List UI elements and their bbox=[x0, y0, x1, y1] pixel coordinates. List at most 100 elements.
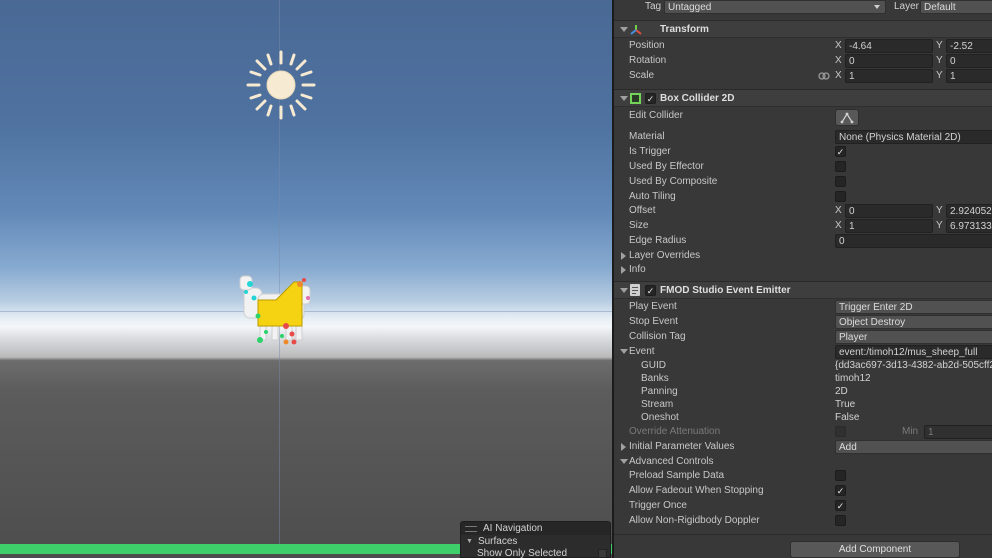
oneshot-value: False bbox=[835, 412, 860, 423]
stop-event-label: Stop Event bbox=[629, 316, 678, 327]
scale-y-field[interactable]: 1 bbox=[946, 69, 992, 83]
transform-header[interactable]: Transform bbox=[614, 20, 992, 38]
sheep-sprite-with-collider[interactable] bbox=[236, 270, 320, 350]
box-collider-header[interactable]: ✓ Box Collider 2D bbox=[614, 89, 992, 107]
stream-value: True bbox=[835, 399, 856, 410]
foldout-arrow-icon[interactable] bbox=[620, 459, 628, 464]
size-x-field[interactable]: 1 bbox=[845, 219, 933, 233]
play-event-label: Play Event bbox=[629, 301, 677, 312]
rotation-x-axis[interactable]: X bbox=[835, 54, 842, 68]
triangle-down-icon: ▼ bbox=[466, 537, 473, 545]
rotation-y-axis[interactable]: Y bbox=[936, 54, 943, 68]
position-label: Position bbox=[629, 40, 665, 51]
used-by-effector-checkbox[interactable] bbox=[835, 161, 846, 172]
banks-label: Banks bbox=[641, 373, 669, 384]
foldout-arrow-icon[interactable] bbox=[621, 443, 626, 451]
add-parameter-dropdown[interactable]: Add bbox=[835, 440, 992, 454]
overlay-section-label: Surfaces bbox=[477, 535, 518, 547]
foldout-arrow-icon[interactable] bbox=[620, 27, 628, 32]
offset-y-field[interactable]: 2.924052 bbox=[946, 204, 992, 218]
stop-event-dropdown[interactable]: Object Destroy bbox=[835, 315, 992, 329]
overlay-row-show-only-selected[interactable]: Show Only Selected bbox=[461, 547, 610, 558]
used-by-composite-label: Used By Composite bbox=[629, 176, 718, 187]
info-foldout[interactable]: Info bbox=[629, 263, 646, 277]
edit-collider-button[interactable] bbox=[835, 109, 859, 126]
sun-icon[interactable] bbox=[246, 50, 316, 120]
ai-navigation-overlay[interactable]: AI Navigation ▼ Surfaces Show Only Selec… bbox=[460, 521, 611, 558]
drag-handle-icon[interactable] bbox=[465, 525, 477, 532]
rotation-y-field[interactable]: 0 bbox=[946, 54, 992, 68]
foldout-arrow-icon[interactable] bbox=[620, 349, 628, 354]
allow-fadeout-label: Allow Fadeout When Stopping bbox=[629, 485, 764, 496]
foldout-arrow-icon[interactable] bbox=[620, 288, 628, 293]
used-by-composite-checkbox[interactable] bbox=[835, 176, 846, 187]
edit-collider-icon bbox=[840, 112, 854, 124]
offset-y-axis[interactable]: Y bbox=[936, 204, 943, 218]
layer-overrides-foldout[interactable]: Layer Overrides bbox=[629, 249, 700, 263]
overlay-title-bar[interactable]: AI Navigation bbox=[461, 522, 610, 535]
position-y-axis[interactable]: Y bbox=[936, 39, 943, 53]
scale-y-axis[interactable]: Y bbox=[936, 69, 943, 83]
overlay-section-surfaces[interactable]: ▼ Surfaces bbox=[461, 535, 610, 547]
offset-x-axis[interactable]: X bbox=[835, 204, 842, 218]
size-x-axis[interactable]: X bbox=[835, 219, 842, 233]
edit-collider-label: Edit Collider bbox=[629, 110, 683, 121]
overlay-title: AI Navigation bbox=[483, 523, 543, 534]
scale-x-field[interactable]: 1 bbox=[845, 69, 933, 83]
box-collider-icon bbox=[630, 93, 641, 104]
guid-value: {dd3ac697-3d13-4382-ab2d-505cff2 bbox=[835, 360, 992, 371]
allow-non-rigidbody-doppler-checkbox[interactable] bbox=[835, 515, 846, 526]
overlay-row-label: Show Only Selected bbox=[477, 547, 568, 558]
position-x-axis[interactable]: X bbox=[835, 39, 842, 53]
fmod-emitter-header[interactable]: ✓ FMOD Studio Event Emitter bbox=[614, 281, 992, 299]
scene-view[interactable]: AI Navigation ▼ Surfaces Show Only Selec… bbox=[0, 0, 612, 558]
used-by-effector-label: Used By Effector bbox=[629, 161, 704, 172]
transform-icon bbox=[630, 25, 642, 35]
advanced-controls-foldout[interactable]: Advanced Controls bbox=[629, 455, 714, 469]
event-label[interactable]: Event bbox=[629, 345, 655, 359]
foldout-arrow-icon[interactable] bbox=[621, 252, 626, 260]
stream-label: Stream bbox=[641, 399, 674, 410]
foldout-arrow-icon[interactable] bbox=[621, 266, 626, 274]
layer-dropdown[interactable]: Default bbox=[920, 0, 992, 14]
initial-parameter-values-foldout[interactable]: Initial Parameter Values bbox=[629, 440, 734, 454]
box-collider-enabled-checkbox[interactable]: ✓ bbox=[645, 93, 656, 104]
foldout-arrow-icon[interactable] bbox=[620, 96, 628, 101]
rotation-label: Rotation bbox=[629, 55, 667, 66]
show-only-selected-checkbox[interactable] bbox=[598, 548, 607, 558]
material-label: Material bbox=[629, 131, 665, 142]
panning-value: 2D bbox=[835, 386, 848, 397]
edge-radius-field[interactable]: 0 bbox=[835, 234, 992, 248]
override-attenuation-checkbox bbox=[835, 426, 846, 437]
chevron-down-icon bbox=[874, 5, 880, 9]
tag-dropdown-value: Untagged bbox=[668, 2, 712, 13]
layer-dropdown-value: Default bbox=[924, 2, 956, 13]
offset-x-field[interactable]: 0 bbox=[845, 204, 933, 218]
collision-tag-dropdown[interactable]: Player bbox=[835, 330, 992, 344]
scale-label: Scale bbox=[629, 70, 655, 81]
rotation-x-field[interactable]: 0 bbox=[845, 54, 933, 68]
fmod-emitter-enabled-checkbox[interactable]: ✓ bbox=[645, 285, 656, 296]
play-event-dropdown[interactable]: Trigger Enter 2D bbox=[835, 300, 992, 314]
collision-tag-label: Collision Tag bbox=[629, 331, 686, 342]
scale-x-axis[interactable]: X bbox=[835, 69, 842, 83]
event-path-field[interactable]: event:/timoh12/mus_sheep_full bbox=[835, 345, 992, 359]
size-y-field[interactable]: 6.973133 bbox=[946, 219, 992, 233]
position-x-field[interactable]: -4.64 bbox=[845, 39, 933, 53]
tag-dropdown[interactable]: Untagged bbox=[664, 0, 886, 14]
oneshot-label: Oneshot bbox=[641, 412, 679, 423]
add-component-button[interactable]: Add Component bbox=[790, 541, 960, 558]
material-field[interactable]: None (Physics Material 2D) bbox=[835, 130, 992, 144]
allow-fadeout-checkbox[interactable]: ✓ bbox=[835, 485, 846, 496]
is-trigger-checkbox[interactable]: ✓ bbox=[835, 146, 846, 157]
trigger-once-checkbox[interactable]: ✓ bbox=[835, 500, 846, 511]
transform-title: Transform bbox=[660, 24, 709, 35]
layer-label: Layer bbox=[894, 1, 920, 12]
auto-tiling-checkbox[interactable] bbox=[835, 191, 846, 202]
tag-label: Tag bbox=[645, 1, 662, 12]
preload-sample-data-checkbox[interactable] bbox=[835, 470, 846, 481]
size-y-axis[interactable]: Y bbox=[936, 219, 943, 233]
position-y-field[interactable]: -2.52 bbox=[946, 39, 992, 53]
min-field: 1 bbox=[924, 425, 992, 439]
link-icon[interactable] bbox=[818, 71, 830, 81]
